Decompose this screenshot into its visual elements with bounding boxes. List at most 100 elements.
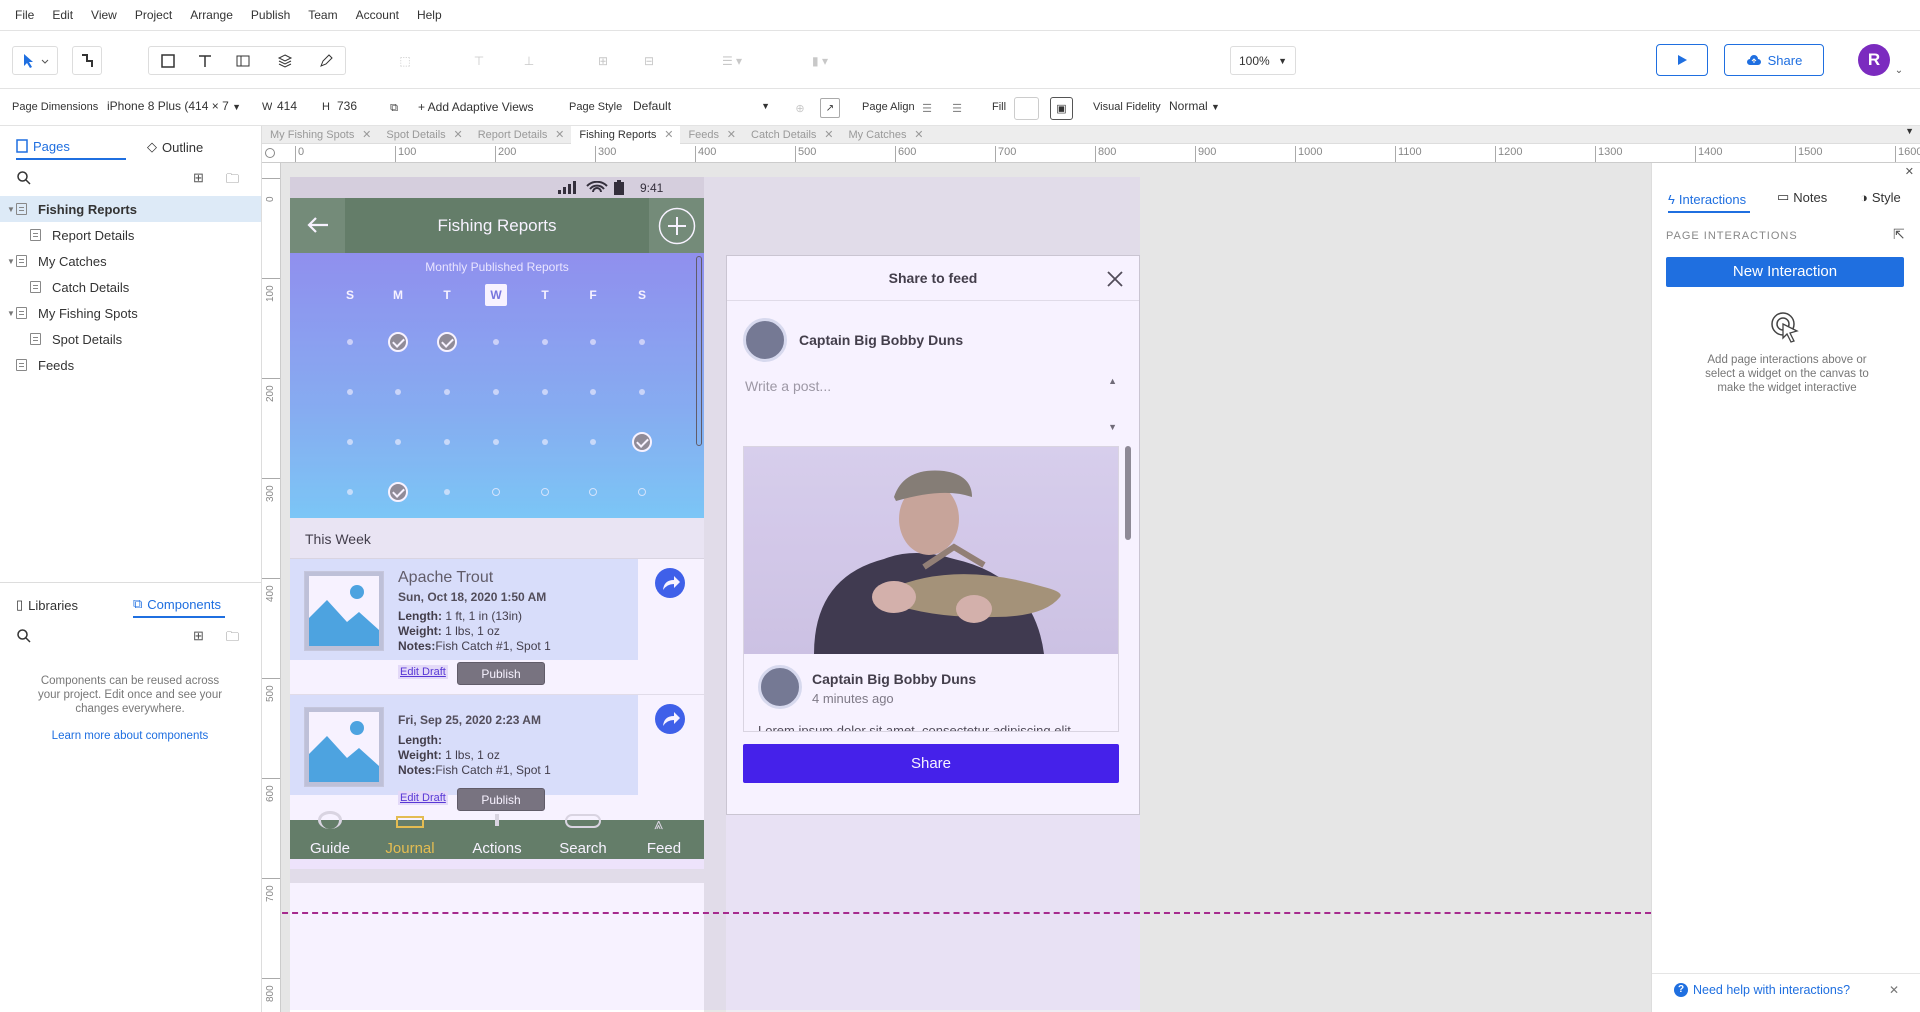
align-left-icon[interactable]: ☰ bbox=[918, 98, 936, 118]
group-icon[interactable]: ⬚ bbox=[392, 46, 418, 75]
calendar-day[interactable] bbox=[639, 339, 645, 345]
menu-view[interactable]: View bbox=[82, 0, 126, 31]
menu-help[interactable]: Help bbox=[408, 0, 451, 31]
tree-item-catch-details[interactable]: Catch Details bbox=[0, 274, 261, 300]
width-input[interactable]: 414 bbox=[272, 97, 316, 118]
tree-item-report-details[interactable]: Report Details bbox=[0, 222, 261, 248]
scroll-down-icon[interactable]: ▼ bbox=[1108, 422, 1117, 432]
calendar-day[interactable] bbox=[347, 439, 353, 445]
components-tab[interactable]: ⧉ Components bbox=[133, 592, 225, 618]
rotate-device-icon[interactable]: ⧉ bbox=[384, 98, 404, 118]
interactions-tab[interactable]: ϟ Interactions bbox=[1668, 187, 1751, 213]
connector-tool-button[interactable] bbox=[72, 46, 102, 75]
distribute-icon[interactable]: ⊞ bbox=[590, 46, 616, 75]
menu-account[interactable]: Account bbox=[347, 0, 408, 31]
layers-icon[interactable] bbox=[277, 53, 297, 69]
calendar-day-published[interactable] bbox=[437, 332, 457, 352]
fill-image-icon[interactable]: ▣ bbox=[1050, 97, 1073, 120]
calendar-day[interactable] bbox=[590, 339, 596, 345]
ungroup-icon[interactable]: ⊟ bbox=[636, 46, 662, 75]
calendar-day[interactable] bbox=[444, 389, 450, 395]
menu-project[interactable]: Project bbox=[126, 0, 181, 31]
calendar-day-published[interactable] bbox=[388, 482, 408, 502]
align-top-icon[interactable]: ⊤ bbox=[466, 46, 492, 75]
calendar-day-published[interactable] bbox=[388, 332, 408, 352]
zoom-select[interactable]: 100% ▼ bbox=[1230, 46, 1296, 75]
arrange-dropdown-icon[interactable]: ▮ ▾ bbox=[800, 46, 840, 75]
account-chevron-icon[interactable]: ⌄ bbox=[1892, 63, 1906, 77]
menu-edit[interactable]: Edit bbox=[43, 0, 82, 31]
phone-mockup[interactable]: 9:41 Fishing Reports Monthly Published R… bbox=[290, 177, 704, 869]
edit-draft-link[interactable]: Edit Draft bbox=[398, 791, 448, 805]
calendar-day[interactable] bbox=[347, 339, 353, 345]
calendar-day[interactable] bbox=[493, 339, 499, 345]
page-style-select[interactable]: Default ▼ bbox=[628, 97, 774, 118]
tabs-overflow-icon[interactable]: ▼ bbox=[1905, 126, 1914, 136]
publish-button[interactable]: Publish bbox=[457, 788, 545, 811]
expand-icon[interactable]: ▼ bbox=[7, 205, 15, 214]
learn-more-link[interactable]: Learn more about components bbox=[30, 730, 230, 742]
tree-item-feeds[interactable]: Feeds bbox=[0, 352, 261, 378]
menu-file[interactable]: File bbox=[6, 0, 43, 31]
post-textarea[interactable]: Write a post... ▲ ▼ bbox=[743, 374, 1119, 434]
menu-publish[interactable]: Publish bbox=[242, 0, 299, 31]
style-tab[interactable]: ◑ Style bbox=[1860, 187, 1901, 207]
close-icon[interactable] bbox=[1107, 271, 1123, 287]
share-report-button[interactable] bbox=[655, 704, 685, 734]
need-help-link[interactable]: ? Need help with interactions? bbox=[1674, 983, 1850, 997]
calendar-scrollbar[interactable] bbox=[696, 256, 702, 446]
back-button[interactable] bbox=[290, 198, 345, 253]
calendar-day[interactable] bbox=[590, 389, 596, 395]
ruler-origin-icon[interactable] bbox=[265, 148, 275, 158]
share-button[interactable]: Share bbox=[1724, 44, 1824, 76]
tree-item-spot-details[interactable]: Spot Details bbox=[0, 326, 261, 352]
calendar-day-future[interactable] bbox=[541, 488, 549, 496]
panel-close-icon[interactable]: ✕ bbox=[1905, 165, 1914, 178]
tab-my-catches[interactable]: My Catches ✕ bbox=[840, 126, 930, 144]
user-avatar[interactable]: R bbox=[1858, 44, 1890, 76]
add-component-folder-icon[interactable]: 🗀 bbox=[226, 628, 239, 650]
calendar-day-published[interactable] bbox=[632, 432, 652, 452]
tab-report-details[interactable]: Report Details ✕ bbox=[470, 126, 572, 144]
tab-catch-details[interactable]: Catch Details ✕ bbox=[743, 126, 840, 144]
libraries-tab[interactable]: ▯ Libraries bbox=[16, 592, 78, 618]
calendar-day[interactable] bbox=[395, 389, 401, 395]
close-icon[interactable]: ✕ bbox=[914, 126, 923, 144]
menu-team[interactable]: Team bbox=[299, 0, 346, 31]
tree-item-fishing-reports[interactable]: ▼ Fishing Reports bbox=[0, 196, 261, 222]
device-select[interactable]: iPhone 8 Plus (414 × 7 ▼ bbox=[102, 97, 252, 118]
calendar-day-future[interactable] bbox=[638, 488, 646, 496]
notes-tab[interactable]: ▭ Notes bbox=[1777, 187, 1827, 207]
pages-tab[interactable]: Pages bbox=[16, 134, 126, 160]
components-search-icon[interactable] bbox=[16, 628, 32, 644]
menu-arrange[interactable]: Arrange bbox=[181, 0, 242, 31]
calendar-day[interactable] bbox=[542, 339, 548, 345]
align-dropdown-icon[interactable]: ☰ ▾ bbox=[712, 46, 752, 75]
add-adaptive-views-button[interactable]: + Add Adaptive Views bbox=[418, 89, 534, 126]
fill-color-swatch[interactable] bbox=[1014, 97, 1039, 120]
add-folder-icon[interactable]: 🗀 bbox=[226, 170, 239, 192]
add-component-icon[interactable]: ⊞ bbox=[193, 628, 204, 644]
align-bottom-icon[interactable]: ⊥ bbox=[516, 46, 542, 75]
style-edit-icon[interactable]: ↗ bbox=[820, 98, 840, 118]
calendar-day[interactable] bbox=[444, 489, 450, 495]
calendar-day[interactable] bbox=[493, 439, 499, 445]
tree-item-my-fishing-spots[interactable]: ▼ My Fishing Spots bbox=[0, 300, 261, 326]
dialog-scrollbar[interactable] bbox=[1125, 446, 1131, 540]
pen-icon[interactable] bbox=[318, 53, 334, 69]
text-icon[interactable] bbox=[197, 53, 213, 69]
visual-fidelity-select[interactable]: Normal ▼ bbox=[1164, 97, 1234, 118]
close-icon[interactable]: ✕ bbox=[453, 126, 462, 144]
close-icon[interactable]: ✕ bbox=[362, 126, 371, 144]
report-card[interactable]: Apache Trout Sun, Oct 18, 2020 1:50 AM L… bbox=[290, 559, 704, 695]
new-interaction-button[interactable]: New Interaction bbox=[1666, 257, 1904, 287]
tab-fishing-reports[interactable]: Fishing Reports ✕ bbox=[571, 126, 681, 144]
tab-spot-details[interactable]: Spot Details ✕ bbox=[378, 126, 469, 144]
close-icon[interactable]: ✕ bbox=[555, 126, 564, 144]
outline-tab[interactable]: ◇ Outline bbox=[147, 134, 203, 160]
calendar-day[interactable] bbox=[542, 439, 548, 445]
close-icon[interactable]: ✕ bbox=[727, 126, 736, 144]
tab-feeds[interactable]: Feeds ✕ bbox=[680, 126, 743, 144]
preview-button[interactable] bbox=[1656, 44, 1708, 76]
rectangle-icon[interactable] bbox=[160, 53, 176, 69]
